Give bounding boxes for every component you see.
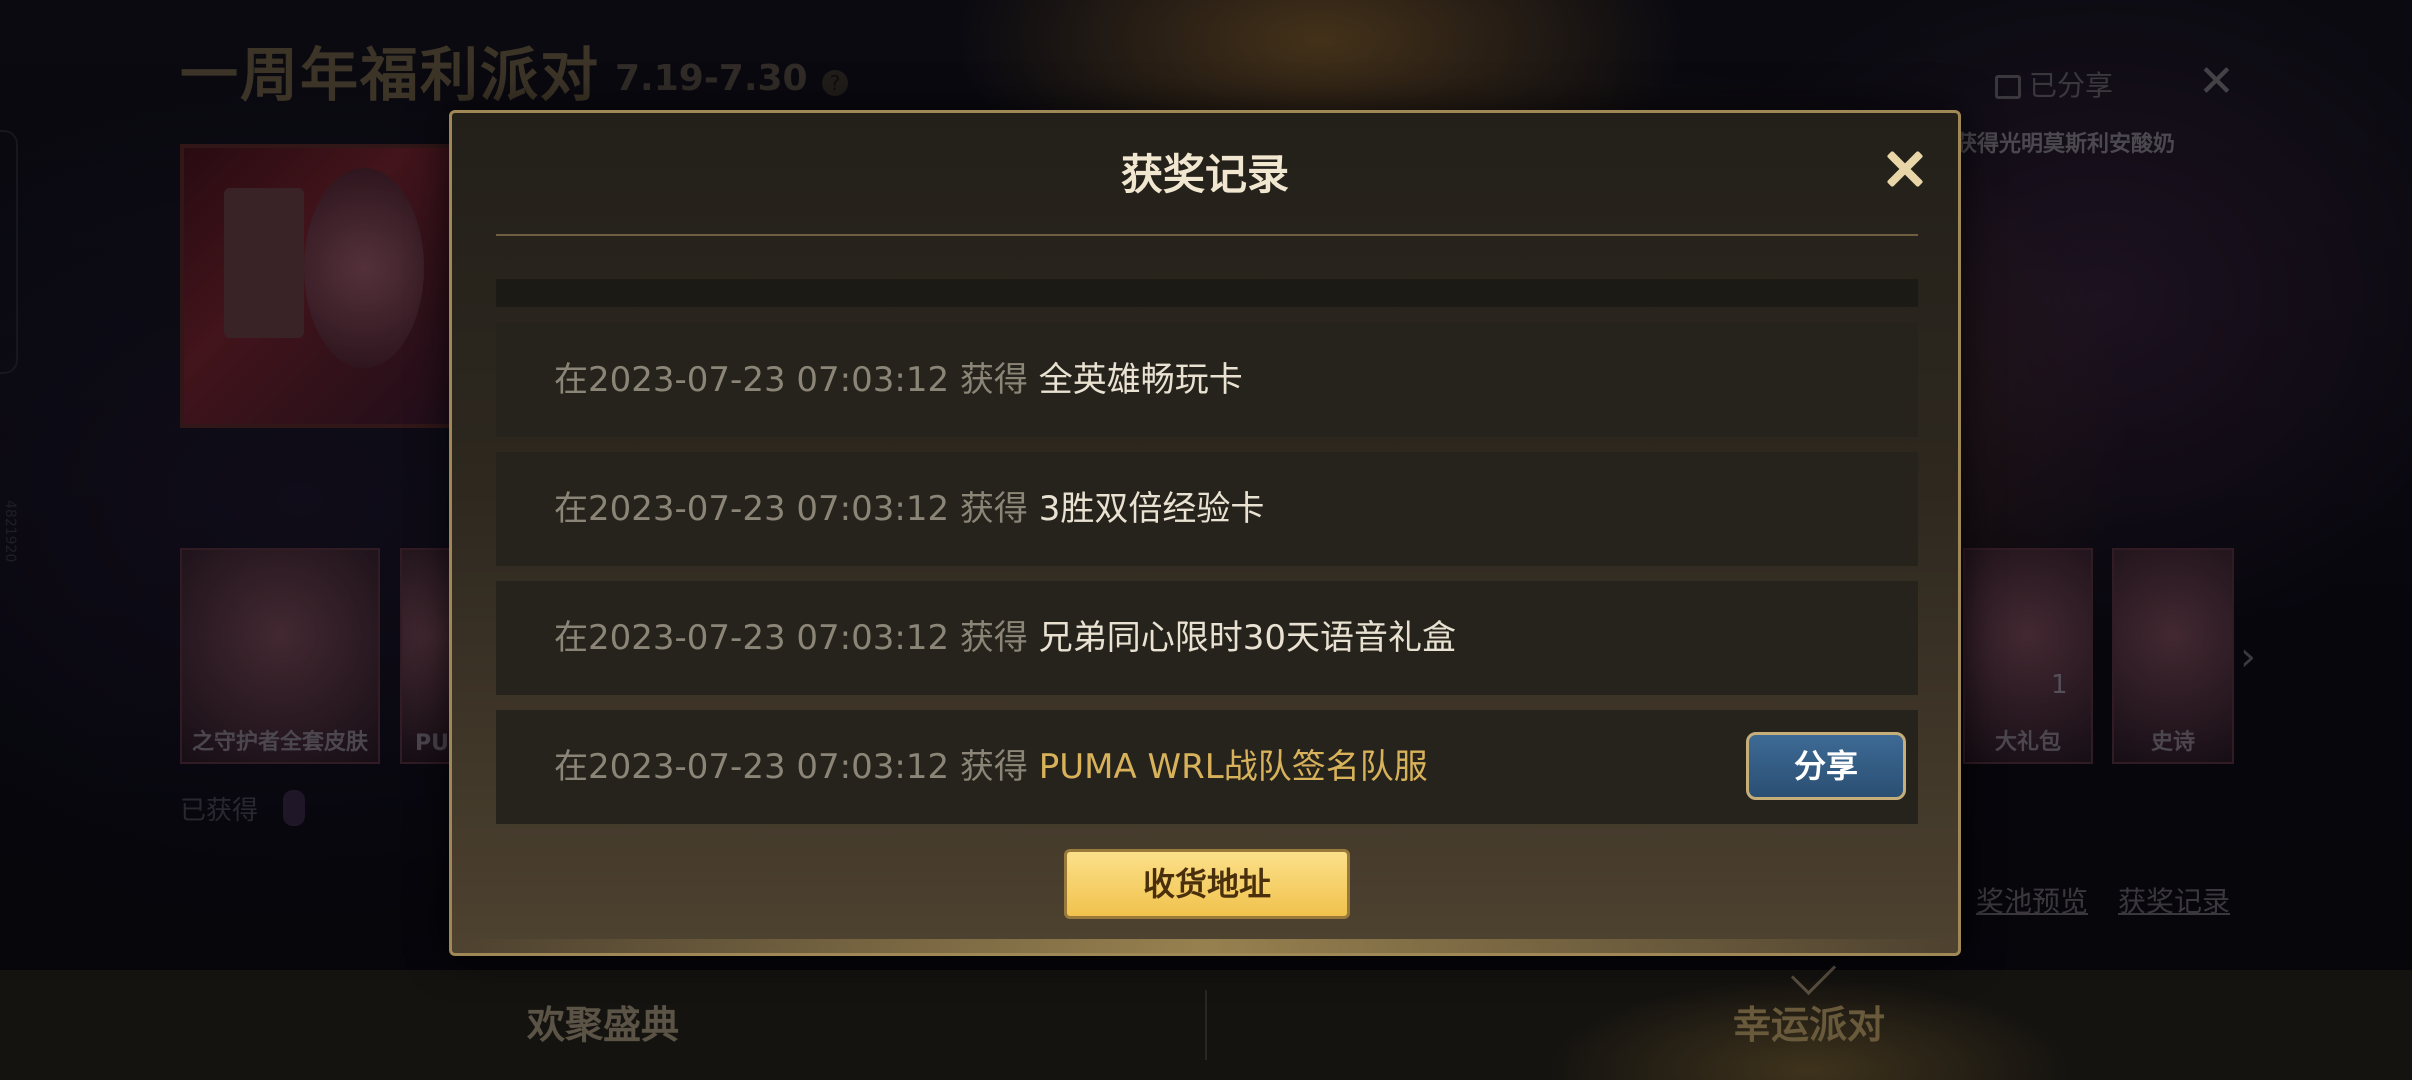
bottom-nav: 欢聚盛典 幸运派对 (0, 970, 2412, 1080)
record-meta: 在2023-07-23 07:03:12 获得 (554, 489, 1039, 529)
record-text: 在2023-07-23 07:03:12 获得 全英雄畅玩卡 (554, 323, 1243, 437)
list-item: 在2023-07-23 07:03:12 获得 PUMA WRL战队签名队服 分… (496, 710, 1918, 824)
nav-tab-gala[interactable]: 欢聚盛典 (0, 970, 1206, 1080)
record-meta: 在2023-07-23 07:03:12 获得 (554, 618, 1039, 658)
list-item: 在2023-07-23 07:03:12 获得 全英雄畅玩卡 (496, 323, 1918, 437)
shipping-address-button[interactable]: 收货地址 (1064, 849, 1350, 919)
record-prize: PUMA WRL战队签名队服 (1038, 747, 1428, 787)
list-item: 在2023-07-23 07:03:12 获得 3胜双倍经验卡 (496, 452, 1918, 566)
close-icon[interactable] (1885, 149, 1925, 189)
record-prize: 3胜双倍经验卡 (1038, 489, 1265, 529)
prize-record-dialog: 获奖记录 在2023-07-23 07:03:12 获得 全英雄畅玩卡 在202… (449, 110, 1961, 956)
record-meta: 在2023-07-23 07:03:12 获得 (554, 360, 1039, 400)
record-meta: 在2023-07-23 07:03:12 获得 (554, 747, 1039, 787)
divider (496, 234, 1918, 236)
record-text: 在2023-07-23 07:03:12 获得 PUMA WRL战队签名队服 (554, 710, 1428, 824)
record-prize: 全英雄畅玩卡 (1038, 360, 1243, 400)
record-text: 在2023-07-23 07:03:12 获得 兄弟同心限时30天语音礼盒 (554, 581, 1456, 695)
list-item: 在2023-07-23 07:03:12 获得 兄弟同心限时30天语音礼盒 (496, 581, 1918, 695)
dialog-title: 获奖记录 (1120, 150, 1289, 199)
record-text: 在2023-07-23 07:03:12 获得 3胜双倍经验卡 (554, 452, 1264, 566)
list-item-partial (496, 279, 1918, 307)
record-prize: 兄弟同心限时30天语音礼盒 (1038, 618, 1456, 658)
share-button[interactable]: 分享 (1746, 732, 1906, 800)
